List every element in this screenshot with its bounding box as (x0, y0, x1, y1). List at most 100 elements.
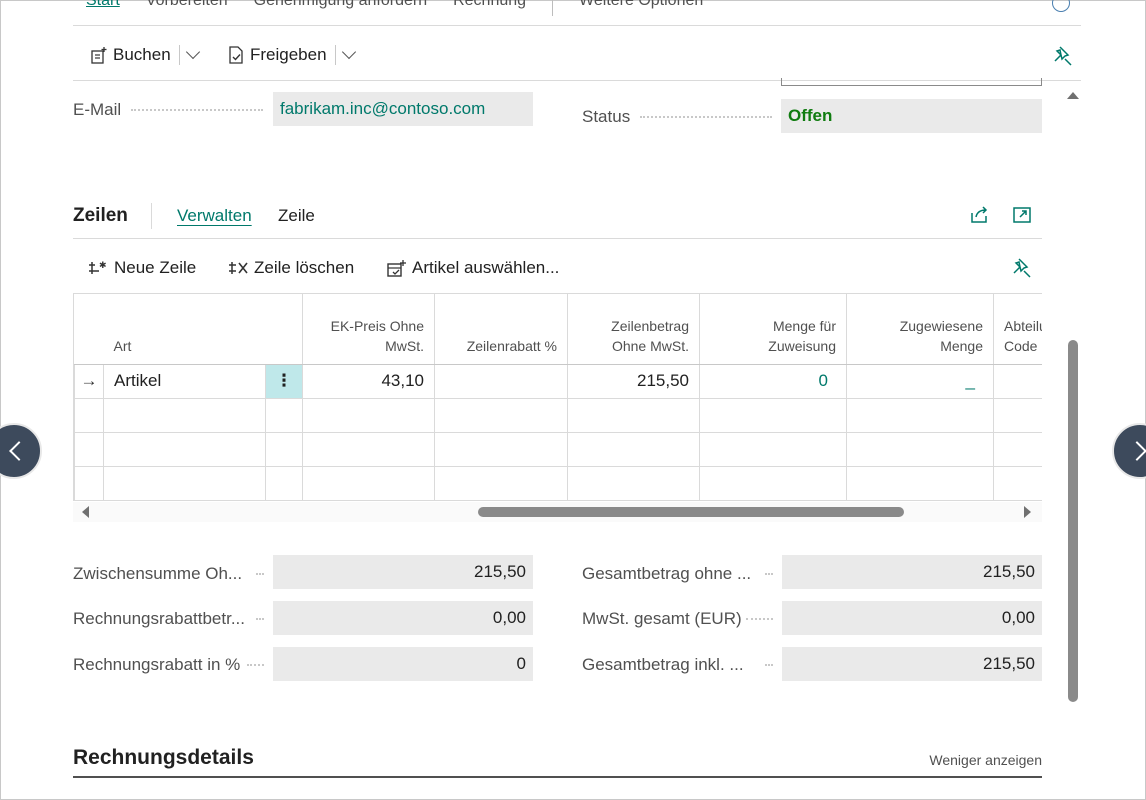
new-line-button[interactable]: Neue Zeile (114, 258, 196, 278)
vat-total-field: 0,00 (782, 601, 1042, 635)
cell-art[interactable]: Artikel (103, 364, 266, 399)
pin-icon[interactable] (1011, 256, 1033, 278)
vertical-scrollbar-thumb[interactable] (1068, 340, 1078, 702)
empty-cell[interactable] (567, 466, 700, 501)
release-icon (229, 46, 243, 64)
empty-cell[interactable] (103, 432, 266, 467)
tab-vorbereiten[interactable]: Vorbereiten (146, 0, 228, 16)
select-items-button[interactable]: Artikel auswählen... (412, 258, 559, 278)
release-button[interactable]: Freigeben (250, 45, 327, 65)
top-tab-bar: Start Vorbereiten Genehmigung anfordern … (86, 0, 729, 16)
empty-cell[interactable] (993, 466, 1042, 501)
delete-line-icon (229, 262, 248, 274)
pin-icon[interactable] (1052, 44, 1074, 66)
cell-zeilenbetrag[interactable]: 215,50 (567, 364, 700, 399)
scroll-right-icon[interactable] (1024, 506, 1031, 518)
expand-icon[interactable] (1011, 204, 1033, 226)
empty-cell[interactable] (699, 398, 847, 433)
table-row[interactable]: → Artikel ⋮ 43,10 215,50 0 _ (74, 364, 1042, 399)
discount-pct-field[interactable]: 0 (273, 647, 533, 681)
grid-header-row: Art EK-Preis Ohne MwSt. Zeilenrabatt % Ze… (74, 294, 1042, 365)
col-header-zugewiesene-menge[interactable]: Zugewiesene Menge (846, 294, 994, 365)
empty-cell[interactable] (103, 398, 266, 433)
discount-amount-label: Rechnungsrabattbetr... (73, 609, 246, 628)
empty-cell[interactable] (846, 466, 994, 501)
col-header-zeilenrabatt[interactable]: Zeilenrabatt % (434, 294, 568, 365)
share-icon[interactable] (969, 204, 991, 226)
table-row[interactable] (74, 466, 1042, 501)
tab-weitere-optionen[interactable]: Weitere Optionen (579, 0, 703, 16)
new-line-icon: ✱ (89, 261, 107, 274)
cell-abteilung-code[interactable] (993, 364, 1042, 399)
email-field[interactable]: fabrikam.inc@contoso.com (273, 92, 533, 126)
empty-cell[interactable] (699, 432, 847, 467)
empty-cell[interactable] (699, 466, 847, 501)
table-row[interactable] (74, 432, 1042, 467)
empty-cell[interactable] (434, 432, 568, 467)
col-header-ek-preis-line1: EK-Preis Ohne (330, 317, 424, 334)
col-header-zeilenbetrag[interactable]: Zeilenbetrag Ohne MwSt. (567, 294, 700, 365)
empty-cell[interactable] (846, 432, 994, 467)
invoice-details-title[interactable]: Rechnungsdetails (73, 746, 254, 770)
tab-zeile[interactable]: Zeile (278, 206, 315, 226)
delete-line-action[interactable]: Zeile löschen (228, 256, 354, 280)
discount-amount-field[interactable]: 0,00 (273, 601, 533, 635)
release-dropdown-chevron-icon[interactable] (341, 44, 356, 60)
scroll-up-icon[interactable] (1067, 92, 1079, 99)
lines-section-title: Zeilen (73, 205, 128, 226)
col-header-ek-preis[interactable]: EK-Preis Ohne MwSt. (302, 294, 435, 365)
cell-menge-zuweisung[interactable]: 0 (699, 364, 847, 399)
row-arrow-icon: → (74, 364, 104, 399)
email-label: E-Mail (73, 100, 122, 119)
split-divider (334, 45, 336, 65)
cell-ek-preis[interactable]: 43,10 (302, 364, 435, 399)
post-dropdown-chevron-icon[interactable] (185, 44, 200, 60)
col-header-abteilung-line2: Code (1004, 337, 1038, 354)
empty-cell[interactable] (993, 432, 1042, 467)
total-incl-label: Gesamtbetrag inkl. ... (582, 655, 744, 674)
chevron-left-icon (9, 441, 29, 461)
row-menu-icon[interactable]: ⋮ (265, 364, 303, 399)
post-action-group: Buchen (90, 42, 200, 68)
col-header-menu (265, 294, 303, 365)
empty-cell (265, 466, 303, 501)
empty-cell[interactable] (302, 466, 435, 501)
empty-cell[interactable] (567, 398, 700, 433)
empty-cell[interactable] (302, 398, 435, 433)
cell-zugewiesene-menge[interactable]: _ (846, 364, 994, 399)
empty-cell[interactable] (567, 432, 700, 467)
discount-pct-label: Rechnungsrabatt in % (73, 655, 241, 674)
cell-zeilenrabatt[interactable] (434, 364, 568, 399)
divider (151, 203, 152, 229)
scroll-left-icon[interactable] (82, 506, 89, 518)
post-button[interactable]: Buchen (113, 45, 171, 65)
delete-line-button[interactable]: Zeile löschen (254, 258, 354, 278)
col-header-art-label: Art (113, 337, 132, 354)
select-items-action[interactable]: Artikel auswählen... (386, 256, 559, 280)
col-header-abteilung-code[interactable]: Abteilu Code (993, 294, 1042, 365)
empty-cell[interactable] (846, 398, 994, 433)
table-row[interactable] (74, 398, 1042, 433)
empty-cell[interactable] (103, 466, 266, 501)
select-items-icon (387, 260, 406, 277)
new-line-action[interactable]: ✱ Neue Zeile (88, 256, 196, 280)
empty-cell[interactable] (434, 398, 568, 433)
lines-grid: Art EK-Preis Ohne MwSt. Zeilenrabatt % Ze… (73, 293, 1042, 501)
tab-verwalten[interactable]: Verwalten (177, 206, 252, 226)
tab-genehmigung[interactable]: Genehmigung anfordern (254, 0, 427, 16)
tab-divider (552, 0, 554, 16)
show-less-link[interactable]: Weniger anzeigen (929, 752, 1042, 768)
empty-cell[interactable] (302, 432, 435, 467)
empty-cell[interactable] (993, 398, 1042, 433)
empty-cell (265, 398, 303, 433)
field-box-partial (781, 78, 1042, 86)
empty-cell[interactable] (434, 466, 568, 501)
col-header-menge-zuweisung[interactable]: Menge für Zuweisung (699, 294, 847, 365)
chevron-right-icon (1127, 441, 1146, 461)
tab-start[interactable]: Start (86, 0, 120, 16)
col-header-art[interactable]: Art (103, 294, 266, 365)
leader-dots (765, 573, 773, 575)
tab-rechnung[interactable]: Rechnung (453, 0, 526, 16)
horizontal-scrollbar-thumb[interactable] (478, 507, 904, 517)
leader-dots (256, 618, 264, 620)
